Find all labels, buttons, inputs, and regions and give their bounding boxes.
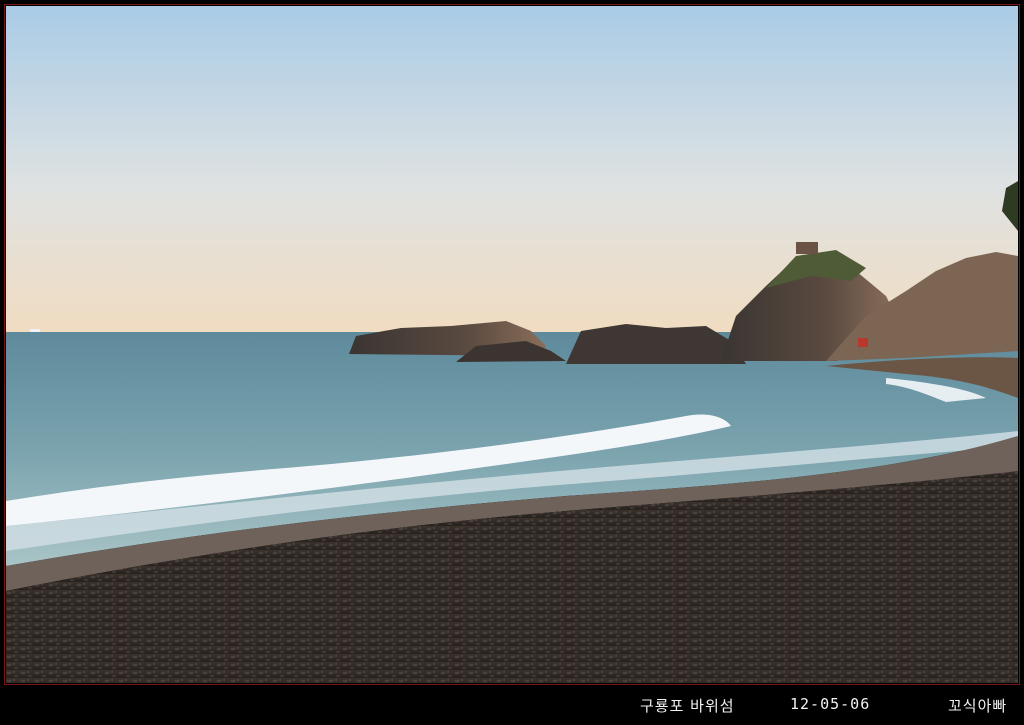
seascape-illustration — [6, 6, 1018, 683]
caption-location: 구룡포 바위섬 — [640, 697, 735, 715]
red-sign — [858, 338, 868, 347]
seascape-photo — [6, 6, 1018, 683]
caption-date: 12-05-06 — [790, 695, 871, 713]
lookout-pavilion — [796, 242, 818, 254]
caption-bar: 구룡포 바위섬 12-05-06 꼬식아빠 — [0, 687, 1024, 725]
distant-boat — [30, 329, 40, 332]
caption-author: 꼬식아빠 — [948, 697, 1008, 715]
photo-frame: 구룡포 바위섬 12-05-06 꼬식아빠 — [0, 0, 1024, 725]
